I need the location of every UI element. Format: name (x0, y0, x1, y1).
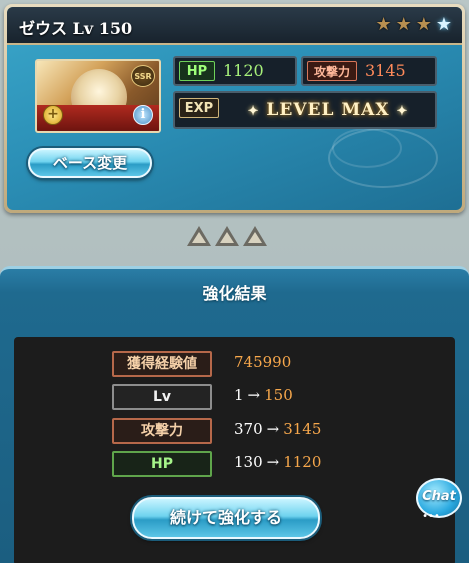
exp-label: EXP (179, 98, 219, 118)
result-title: 強化結果 (202, 284, 267, 303)
character-level: Lv 150 (72, 19, 133, 38)
result-value-level: 1 → 150 (234, 386, 293, 404)
result-value-attack: 370 → 3145 (234, 420, 321, 438)
hp-stat-box: HP 1120 (173, 56, 297, 86)
decorative-swirl (332, 128, 402, 168)
result-value-exp: 745990 (234, 353, 291, 371)
result-value-hp: 130 → 1120 (234, 453, 321, 471)
character-name-level: ゼウス Lv 150 (19, 15, 132, 39)
level-max-text: ✦ LEVEL MAX ✦ (231, 95, 425, 125)
continue-enhance-button[interactable]: 続けて強化する (132, 497, 320, 539)
title-bar: ゼウス Lv 150 ★ ★ ★ ★ (7, 7, 462, 45)
rarity-stars: ★ ★ ★ ★ (375, 15, 452, 35)
result-label-hp: HP (112, 451, 212, 477)
character-panel-inner: ゼウス Lv 150 ★ ★ ★ ★ SSR + i HP 1120 攻撃力 3… (7, 7, 462, 210)
exp-value: LEVEL MAX (266, 100, 390, 120)
hp-label: HP (179, 61, 215, 81)
arrow-right-icon: → (247, 386, 261, 404)
hp-value: 1120 (223, 61, 264, 80)
star-gold-icon: ★ (395, 14, 412, 35)
info-icon[interactable]: i (133, 105, 153, 125)
sparkle-icon: ✦ (396, 104, 409, 119)
attack-value: 3145 (365, 61, 406, 80)
star-gold-icon: ★ (375, 14, 392, 35)
arrow-right-icon: → (266, 453, 280, 471)
arrow-right-icon: → (266, 420, 280, 438)
exp-stat-box: EXP ✦ LEVEL MAX ✦ (173, 91, 437, 129)
chat-dots-icon: ••• (422, 511, 440, 522)
triangle-icon (243, 226, 267, 246)
character-panel: ゼウス Lv 150 ★ ★ ★ ★ SSR + i HP 1120 攻撃力 3… (4, 4, 465, 213)
result-after-level: 150 (264, 386, 293, 404)
result-label-attack: 攻撃力 (112, 418, 212, 444)
result-label-level: Lv (112, 384, 212, 410)
result-after-exp: 745990 (234, 353, 292, 371)
triangle-icon (187, 226, 211, 246)
result-before-attack: 370 (234, 420, 263, 438)
character-portrait[interactable]: SSR + i (35, 59, 161, 133)
result-after-attack: 3145 (283, 420, 322, 438)
ssr-badge: SSR (131, 65, 155, 87)
triangle-icon (215, 226, 239, 246)
attack-stat-box: 攻撃力 3145 (301, 56, 437, 86)
star-gold-icon: ★ (415, 14, 432, 35)
star-blue-icon: ★ (435, 14, 452, 35)
result-before-level: 1 (234, 386, 244, 404)
triforce-indicator (187, 226, 267, 246)
sparkle-icon: ✦ (247, 104, 260, 119)
result-label-exp: 獲得経験値 (112, 351, 212, 377)
result-before-hp: 130 (234, 453, 263, 471)
lock-icon[interactable]: + (43, 105, 63, 125)
base-change-button[interactable]: ベース変更 (28, 148, 152, 178)
character-name: ゼウス (19, 19, 68, 38)
result-after-hp: 1120 (283, 453, 322, 471)
attack-label: 攻撃力 (307, 61, 357, 81)
